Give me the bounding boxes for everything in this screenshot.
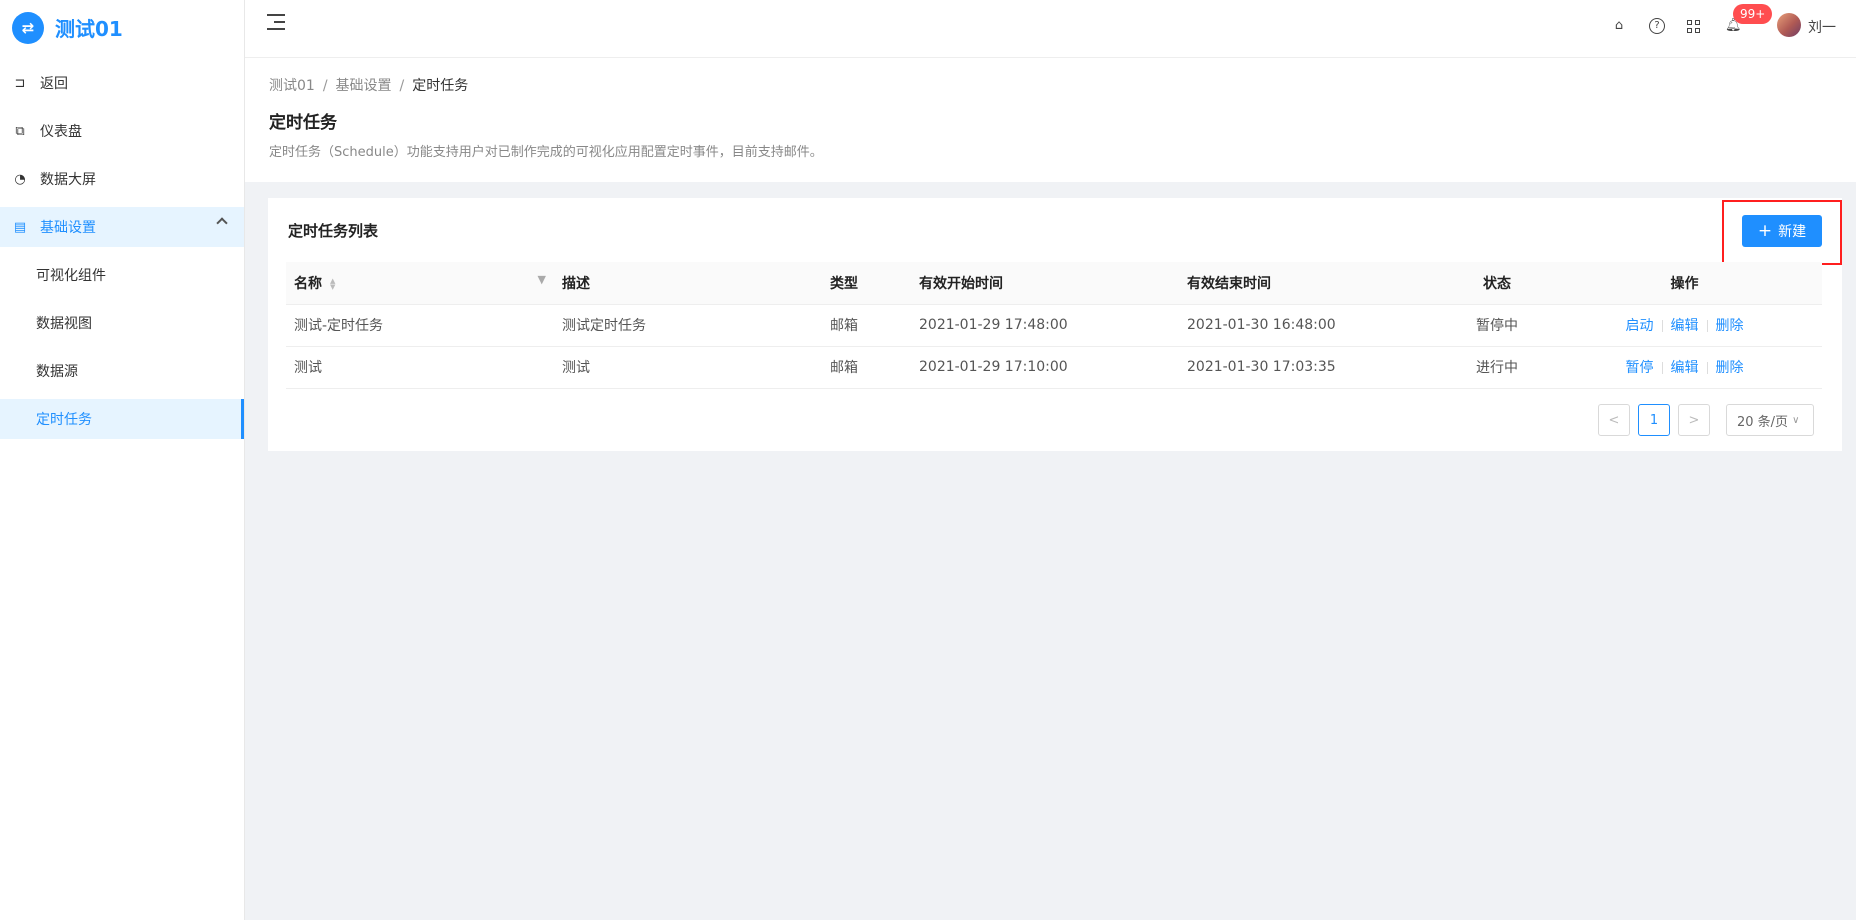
pagination-next-button[interactable]: > — [1678, 404, 1710, 436]
divider — [1661, 362, 1663, 374]
column-header-description: 描述 — [554, 262, 822, 305]
cell-status: 进行中 — [1447, 346, 1547, 389]
column-header-type: 类型 — [822, 262, 911, 305]
edit-link[interactable]: 编辑 — [1671, 318, 1699, 334]
page-size-value: 20 条/页 — [1737, 414, 1789, 430]
plus-icon: + — [1757, 220, 1773, 241]
table-row: 测试 测试 邮箱 2021-01-29 17:10:00 2021-01-30 … — [286, 346, 1822, 389]
sidebar-item-label: 基础设置 — [40, 220, 96, 236]
divider — [1706, 362, 1708, 374]
cell-end-time: 2021-01-30 16:48:00 — [1179, 304, 1447, 347]
cell-type: 邮箱 — [822, 346, 911, 389]
app-logo[interactable]: ⇄ 测试01 — [0, 0, 244, 55]
delete-link[interactable]: 删除 — [1716, 318, 1744, 334]
cell-actions: 启动 编辑 删除 — [1547, 304, 1822, 347]
cell-start-time: 2021-01-29 17:10:00 — [911, 346, 1179, 389]
pie-chart-icon: ◔ — [14, 171, 26, 187]
cell-name: 测试 — [286, 346, 554, 389]
sort-icon[interactable]: ▲ ▼ — [330, 277, 338, 290]
breadcrumb: 测试01 / 基础设置 / 定时任务 — [269, 75, 468, 95]
divider — [1661, 320, 1663, 332]
page-description: 定时任务（Schedule）功能支持用户对已制作完成的可视化应用配置定时事件，目… — [269, 145, 823, 160]
sidebar-item-scheduled-tasks[interactable]: 定时任务 — [0, 399, 244, 439]
avatar[interactable] — [1777, 13, 1801, 37]
sidebar-item-label: 返回 — [40, 76, 68, 92]
new-task-button[interactable]: + 新建 — [1742, 215, 1822, 247]
page-size-select[interactable]: 20 条/页 ∨ — [1726, 404, 1814, 436]
column-header-start-time: 有效开始时间 — [911, 262, 1179, 305]
sidebar-item-data-views[interactable]: 数据视图 — [0, 303, 244, 343]
cell-description: 测试定时任务 — [554, 304, 822, 347]
sidebar-item-label: 可视化组件 — [36, 268, 106, 284]
sidebar-item-label: 定时任务 — [36, 412, 92, 428]
return-icon: ⊐ — [14, 75, 26, 91]
sidebar: ⇄ 测试01 ⊐ 返回 ⧉ 仪表盘 ◔ 数据大屏 ▤ 基础设置 可视化组件 数据… — [0, 0, 245, 920]
table-row: 测试-定时任务 测试定时任务 邮箱 2021-01-29 17:48:00 20… — [286, 304, 1822, 347]
help-icon[interactable]: ? — [1649, 18, 1665, 34]
dashboard-icon: ⧉ — [15, 123, 25, 139]
app-title: 测试01 — [55, 17, 123, 41]
settings-icon: ▤ — [13, 219, 27, 235]
menu-collapse-icon[interactable] — [267, 14, 285, 30]
cell-status: 暂停中 — [1447, 304, 1547, 347]
sidebar-item-back[interactable]: ⊐ 返回 — [0, 63, 244, 103]
card-title: 定时任务列表 — [288, 222, 379, 240]
breadcrumb-separator: / — [322, 78, 328, 94]
sidebar-item-basic-settings[interactable]: ▤ 基础设置 — [0, 207, 244, 247]
column-header-name[interactable]: 名称 ▲ ▼ ▼ — [286, 262, 554, 305]
task-list-card: 定时任务列表 + 新建 名称 ▲ ▼ ▼ 描述 类型 有效开始时间 有效结束时间 状态… — [268, 198, 1842, 451]
chevron-down-icon: ∨ — [1792, 414, 1800, 426]
cell-start-time: 2021-01-29 17:48:00 — [911, 304, 1179, 347]
breadcrumb-separator: / — [399, 78, 405, 94]
sidebar-item-data-screen[interactable]: ◔ 数据大屏 — [0, 159, 244, 199]
edit-link[interactable]: 编辑 — [1671, 360, 1699, 376]
sidebar-item-dashboard[interactable]: ⧉ 仪表盘 — [0, 111, 244, 151]
delete-link[interactable]: 删除 — [1716, 360, 1744, 376]
page-title: 定时任务 — [269, 113, 337, 133]
cell-type: 邮箱 — [822, 304, 911, 347]
start-link[interactable]: 启动 — [1626, 318, 1654, 334]
pagination-prev-button[interactable]: < — [1598, 404, 1630, 436]
sidebar-item-label: 数据视图 — [36, 316, 92, 332]
cell-actions: 暂停 编辑 删除 — [1547, 346, 1822, 389]
task-table: 名称 ▲ ▼ ▼ 描述 类型 有效开始时间 有效结束时间 状态 操作 测试-定时任务 … — [286, 262, 1822, 389]
filter-icon[interactable]: ▼ — [538, 273, 546, 286]
sidebar-item-label: 数据大屏 — [40, 172, 96, 188]
breadcrumb-item[interactable]: 基础设置 — [336, 78, 392, 94]
column-header-end-time: 有效结束时间 — [1179, 262, 1447, 305]
apps-grid-icon[interactable] — [1686, 18, 1702, 34]
chevron-up-icon — [216, 217, 228, 229]
sidebar-item-visual-components[interactable]: 可视化组件 — [0, 255, 244, 295]
breadcrumb-current: 定时任务 — [412, 78, 469, 94]
cell-end-time: 2021-01-30 17:03:35 — [1179, 346, 1447, 389]
table-header-row: 名称 ▲ ▼ ▼ 描述 类型 有效开始时间 有效结束时间 状态 操作 — [286, 262, 1822, 305]
sidebar-item-label: 数据源 — [36, 364, 78, 380]
pagination-page-1[interactable]: 1 — [1638, 404, 1670, 436]
pause-link[interactable]: 暂停 — [1626, 360, 1654, 376]
new-task-button-label: 新建 — [1778, 224, 1807, 240]
home-icon[interactable]: ⌂ — [1611, 18, 1627, 34]
breadcrumb-item[interactable]: 测试01 — [269, 78, 315, 94]
top-bar: ⌂ ? 🔔︎ 99+ 刘一 — [245, 0, 1856, 58]
divider — [1706, 320, 1708, 332]
cell-description: 测试 — [554, 346, 822, 389]
username[interactable]: 刘一 — [1808, 17, 1836, 37]
sidebar-item-label: 仪表盘 — [40, 124, 82, 140]
notification-badge: 99+ — [1733, 4, 1773, 24]
logo-icon: ⇄ — [12, 11, 44, 44]
sidebar-item-data-sources[interactable]: 数据源 — [0, 351, 244, 391]
column-header-status: 状态 — [1447, 262, 1547, 305]
column-header-actions: 操作 — [1547, 262, 1822, 305]
cell-name: 测试-定时任务 — [286, 304, 554, 347]
page-header: 测试01 / 基础设置 / 定时任务 定时任务 定时任务（Schedule）功能支持用户… — [245, 58, 1856, 182]
